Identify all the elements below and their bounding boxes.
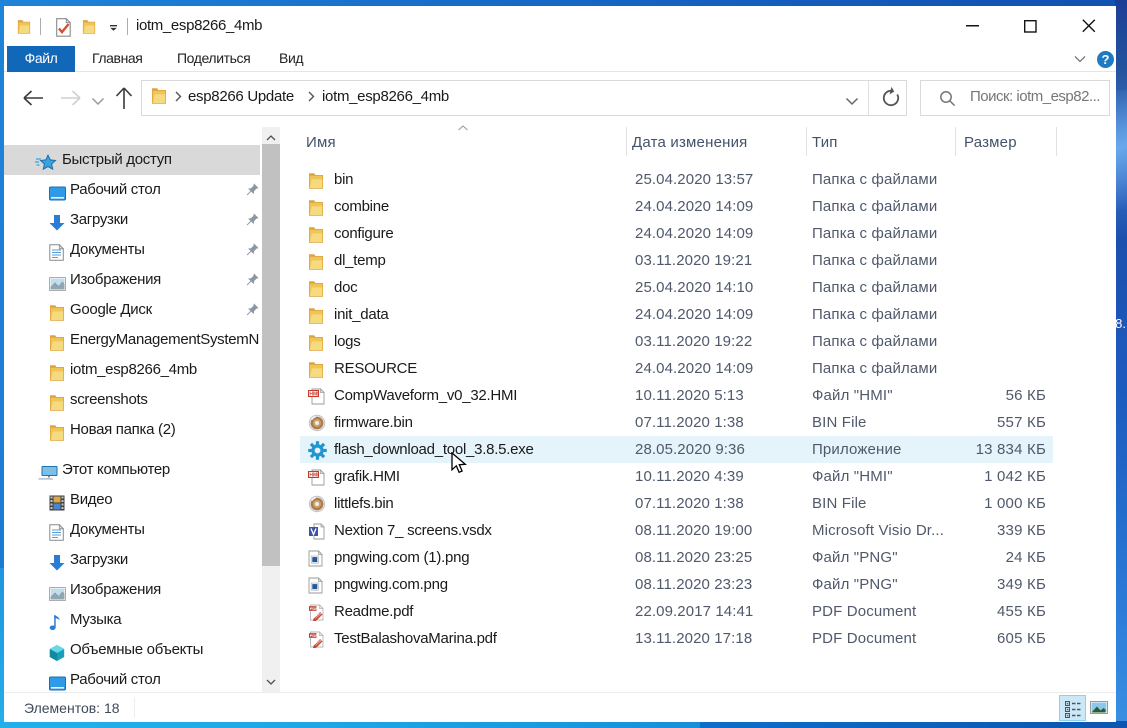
svg-text:PDF: PDF — [310, 606, 319, 611]
svg-text:HMI: HMI — [309, 472, 319, 478]
svg-text:PDF: PDF — [310, 633, 319, 638]
svg-text:HMI: HMI — [309, 391, 319, 397]
